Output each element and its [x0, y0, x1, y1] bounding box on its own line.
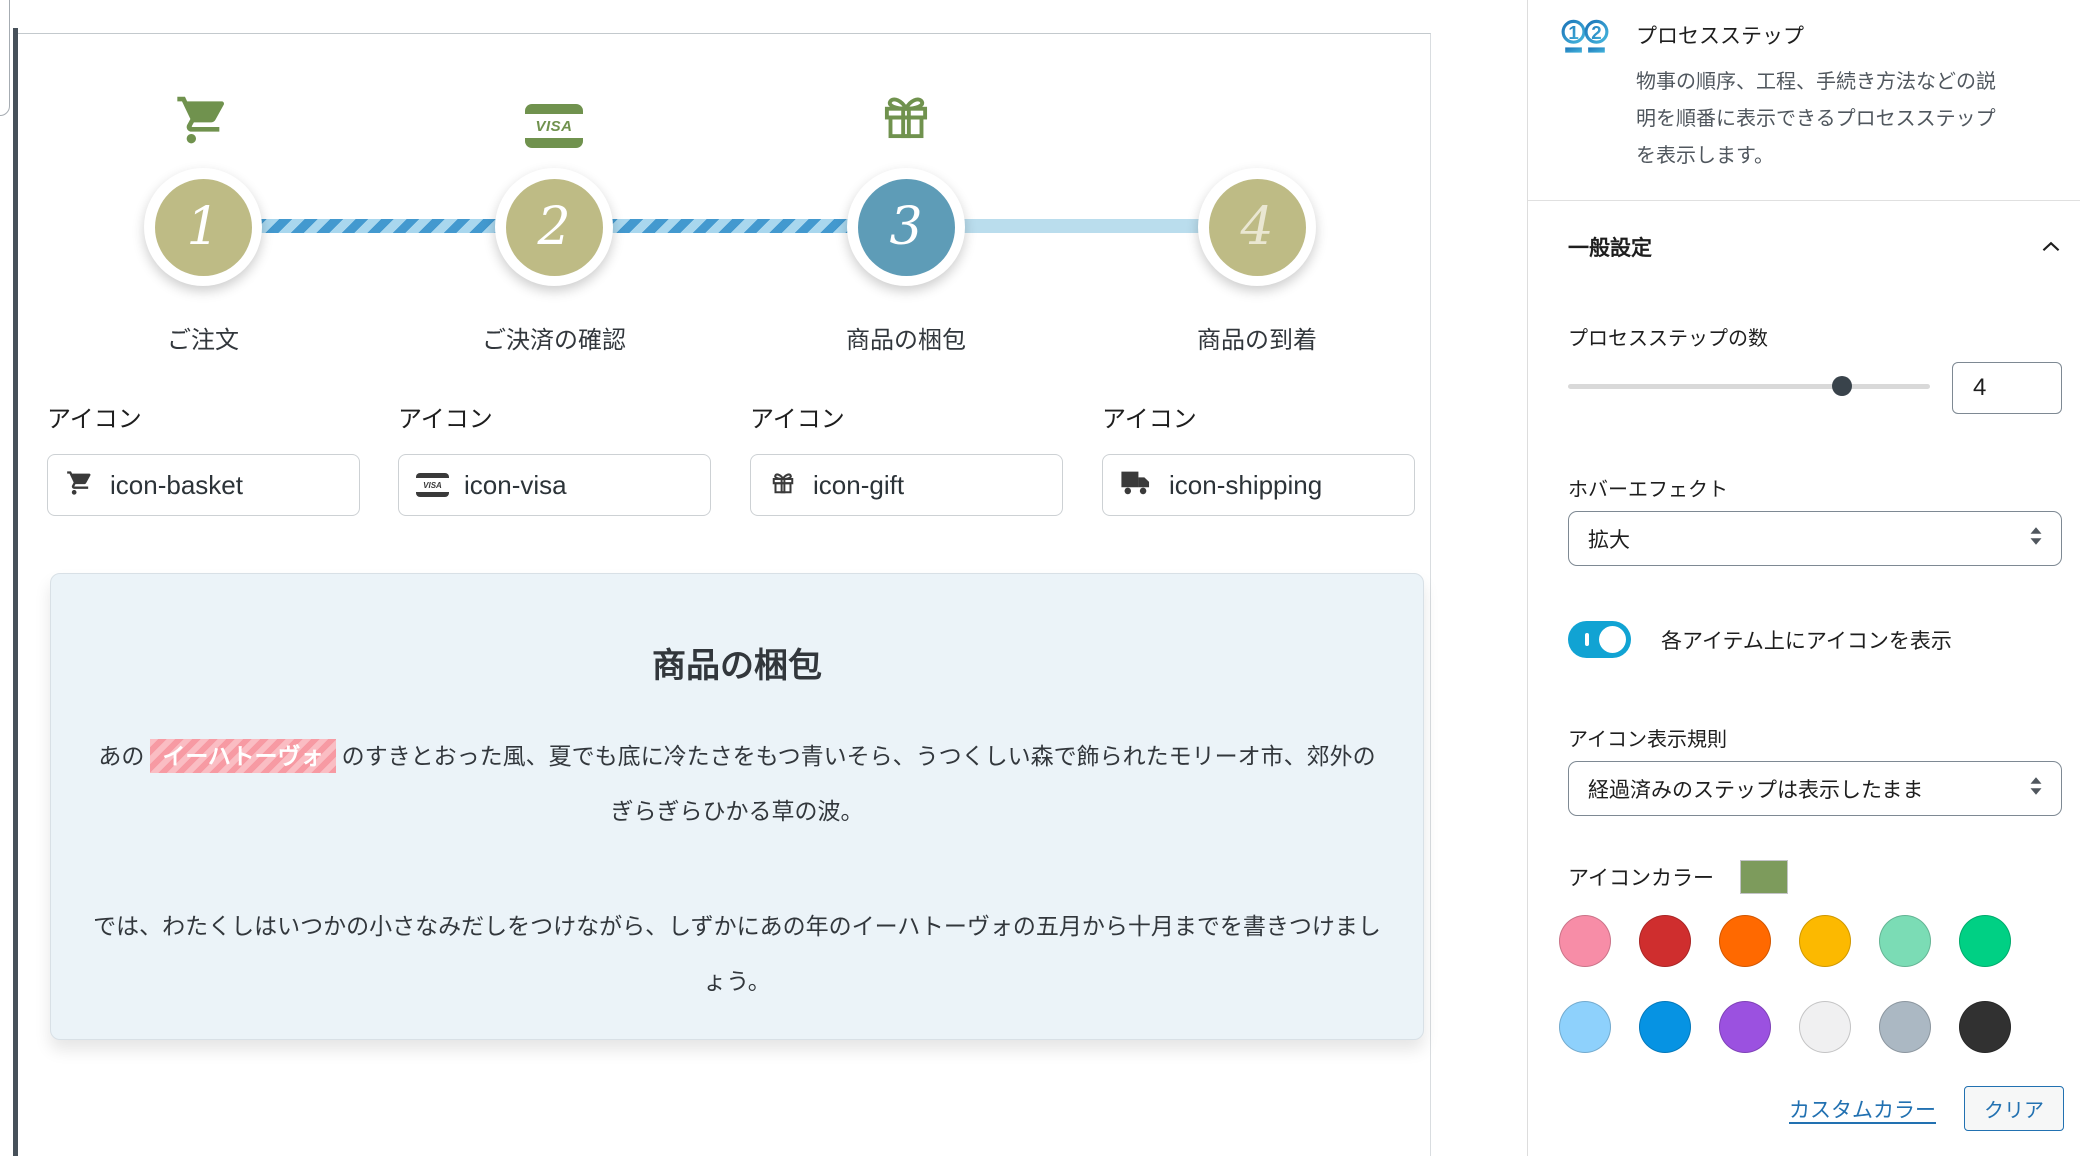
show-icons-toggle[interactable]: [1568, 621, 1631, 658]
step-circle-4: 4: [1198, 168, 1316, 286]
palette-color-amber[interactable]: [1799, 915, 1851, 967]
panel-title: 一般設定: [1568, 232, 1652, 262]
content-title: 商品の梱包: [51, 638, 1423, 687]
color-palette-row-2: [1559, 1001, 2011, 1053]
color-actions-row: カスタムカラー クリア: [1568, 1086, 2064, 1131]
svg-text:2: 2: [1591, 22, 1601, 43]
palette-color-orange[interactable]: [1719, 915, 1771, 967]
step-content-panel[interactable]: 商品の梱包 あのイーハトーヴォのすきとおった風、夏でも底に冷たさをもつ青いそら、…: [50, 573, 1424, 1040]
step-number: 4: [1240, 201, 1273, 253]
step-number: 1: [186, 201, 219, 253]
visa-card-icon: VISA: [379, 74, 729, 148]
block-info-card: 1 2 プロセスステップ 物事の順序、工程、手続き方法などの説明を順番に表示でき…: [1560, 12, 2060, 175]
steps-count-slider[interactable]: [1568, 384, 1930, 389]
step-number: 3: [889, 201, 922, 253]
palette-color-red[interactable]: [1639, 915, 1691, 967]
show-icons-toggle-row: 各アイテム上にアイコンを表示: [1568, 621, 1952, 658]
icon-field-label: アイコン: [1102, 399, 1415, 434]
block-editor-page: 1 ご注文 VISA 2 ご決済の確認: [0, 0, 2080, 1156]
icon-rule-select[interactable]: 経過済みのステップは表示したまま: [1568, 761, 2062, 816]
icon-field-1: アイコン icon-basket: [47, 399, 360, 516]
icon-rule-label: アイコン表示規則: [1568, 723, 1727, 752]
gift-icon: [768, 468, 798, 503]
hover-effect-select[interactable]: 拡大: [1568, 511, 2062, 566]
process-steps-block-icon: 1 2: [1560, 12, 1610, 175]
truck-icon: [1120, 470, 1154, 501]
palette-color-white[interactable]: [1799, 1001, 1851, 1053]
process-step-3[interactable]: 3 商品の梱包: [731, 74, 1081, 355]
icon-input-gift[interactable]: icon-gift: [750, 454, 1063, 516]
double-arrow-icon: [2027, 525, 2045, 552]
step-label: ご決済の確認: [379, 320, 729, 355]
icon-input-visa[interactable]: VISA icon-visa: [398, 454, 711, 516]
palette-color-mint[interactable]: [1879, 915, 1931, 967]
icon-field-3: アイコン icon-gift: [750, 399, 1063, 516]
process-step-2[interactable]: VISA 2 ご決済の確認: [379, 74, 729, 355]
palette-color-black[interactable]: [1959, 1001, 2011, 1053]
icon-color-label: アイコンカラー: [1568, 862, 1714, 892]
step-circle-2: 2: [495, 168, 613, 286]
step-label: 商品の梱包: [731, 320, 1081, 355]
palette-color-blue[interactable]: [1639, 1001, 1691, 1053]
visa-card-icon: VISA: [416, 473, 449, 497]
process-step-1[interactable]: 1 ご注文: [28, 74, 378, 355]
icon-field-label: アイコン: [47, 399, 360, 434]
panel-divider: [1528, 200, 2080, 201]
block-title: プロセスステップ: [1636, 20, 1996, 50]
palette-color-purple[interactable]: [1719, 1001, 1771, 1053]
step-circle-1: 1: [144, 168, 262, 286]
step-label: 商品の到着: [1082, 320, 1432, 355]
steps-count-input[interactable]: [1952, 362, 2062, 414]
toggle-on-bar: [1585, 633, 1589, 646]
cart-icon: [28, 74, 378, 148]
palette-color-lightblue[interactable]: [1559, 1001, 1611, 1053]
empty-icon-slot: [1082, 74, 1432, 148]
slider-thumb[interactable]: [1832, 376, 1852, 396]
basket-icon: [65, 469, 95, 502]
content-paragraph-1: あのイーハトーヴォのすきとおった風、夏でも底に冷たさをもつ青いそら、うつくしい森…: [92, 729, 1382, 839]
step-circle-3: 3: [847, 168, 965, 286]
icon-field-2: アイコン VISA icon-visa: [398, 399, 711, 516]
popover-corner-fragment: [0, 0, 10, 116]
icon-input-basket[interactable]: icon-basket: [47, 454, 360, 516]
icon-field-label: アイコン: [750, 399, 1063, 434]
settings-sidebar: 1 2 プロセスステップ 物事の順序、工程、手続き方法などの説明を順番に表示でき…: [1528, 0, 2080, 1156]
step-number: 2: [537, 201, 570, 253]
svg-text:1: 1: [1568, 22, 1578, 43]
block-description: 物事の順序、工程、手続き方法などの説明を順番に表示できるプロセスステップを表示し…: [1636, 64, 1996, 175]
steps-count-label: プロセスステップの数: [1568, 322, 1768, 351]
highlighted-text: イーハトーヴォ: [150, 739, 335, 773]
palette-color-pink[interactable]: [1559, 915, 1611, 967]
icon-color-row: アイコンカラー: [1568, 860, 1788, 894]
color-palette-row-1: [1559, 915, 2011, 967]
process-step-4[interactable]: 4 商品の到着: [1082, 74, 1432, 355]
toggle-knob: [1599, 626, 1626, 653]
icon-field-4: アイコン icon-shipping: [1102, 399, 1415, 516]
palette-color-green[interactable]: [1959, 915, 2011, 967]
palette-color-gray[interactable]: [1879, 1001, 1931, 1053]
editor-canvas: 1 ご注文 VISA 2 ご決済の確認: [18, 33, 1431, 1156]
chevron-up-icon[interactable]: [2038, 234, 2064, 260]
gift-icon: [731, 74, 1081, 148]
icon-field-label: アイコン: [398, 399, 711, 434]
clear-color-button[interactable]: クリア: [1964, 1086, 2064, 1131]
current-color-swatch: [1740, 860, 1788, 894]
general-settings-header[interactable]: 一般設定: [1568, 232, 2064, 262]
double-arrow-icon: [2027, 775, 2045, 802]
content-paragraph-2: では、わたくしはいつかの小さなみだしをつけながら、しずかにあの年のイーハトーヴォ…: [92, 899, 1382, 1009]
icon-input-shipping[interactable]: icon-shipping: [1102, 454, 1415, 516]
hover-effect-label: ホバーエフェクト: [1568, 473, 1728, 502]
show-icons-toggle-label: 各アイテム上にアイコンを表示: [1661, 625, 1952, 655]
step-label: ご注文: [28, 320, 378, 355]
custom-color-link[interactable]: カスタムカラー: [1789, 1094, 1936, 1124]
